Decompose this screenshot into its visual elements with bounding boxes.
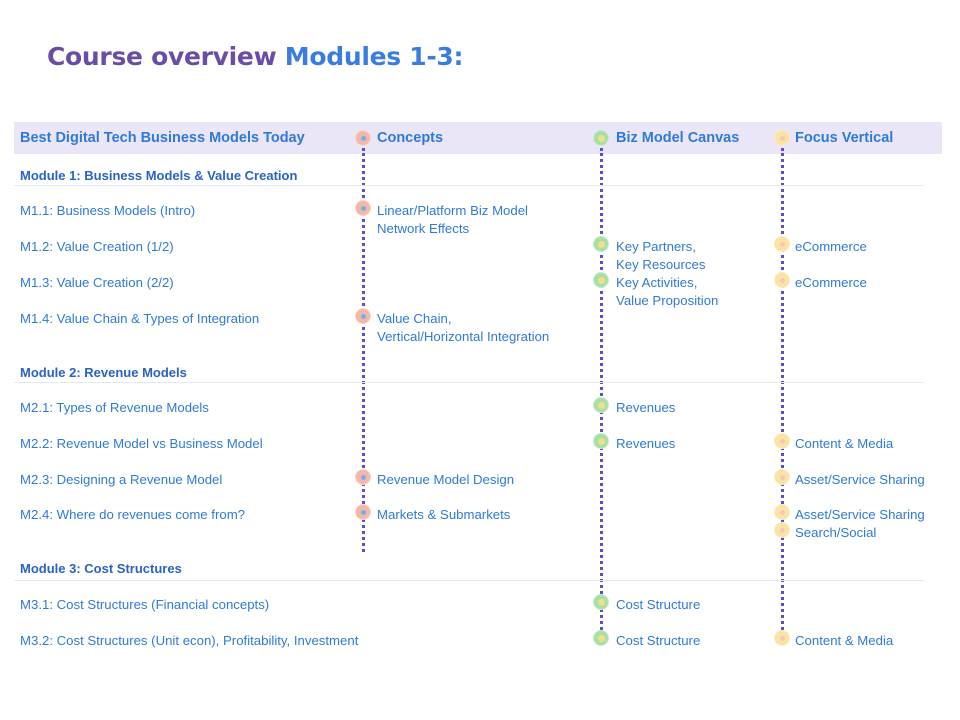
lesson-label: M2.1: Types of Revenue Models [20,400,209,415]
page-title-part1: Course overview [47,42,277,71]
focus-dot-icon [774,504,790,520]
concept-dot-icon [355,469,371,485]
header-lessons: Best Digital Tech Business Models Today [20,130,305,146]
focus-dot-icon [774,236,790,252]
focus-dot-icon [774,630,790,646]
focus-dot-icon [774,433,790,449]
lesson-label: M1.4: Value Chain & Types of Integration [20,311,260,326]
canvas-dot-icon [593,433,609,449]
module-divider [14,580,924,581]
focus-text: Asset/Service Sharing [795,472,925,487]
focus-dot-icon [774,469,790,485]
page-title-part2: Modules 1-3: [284,42,464,71]
canvas-text: Cost Structure [616,597,701,612]
focus-text: Content & Media [795,436,894,451]
canvas-dot-icon [593,630,609,646]
module-divider [14,382,924,383]
canvas-text: Cost Structure [616,633,701,648]
lesson-label: M1.2: Value Creation (1/2) [20,239,174,254]
canvas-text: Revenues [616,400,676,415]
concept-text: Value Chain, [377,311,452,326]
lesson-label: M2.3: Designing a Revenue Model [20,472,223,487]
concept-dot-icon [355,130,371,146]
focus-dot-icon [774,522,790,538]
lesson-label: M2.2: Revenue Model vs Business Model [20,436,263,451]
lesson-label: M3.1: Cost Structures (Financial concept… [20,597,270,612]
focus-text: eCommerce [795,239,867,254]
canvas-dot-icon [593,130,609,146]
concept-text: Network Effects [377,221,470,236]
concept-text: Markets & Submarkets [377,507,511,522]
concept-text: Vertical/Horizontal Integration [377,329,550,344]
lesson-label: M2.4: Where do revenues come from? [20,507,246,522]
canvas-text: Key Partners, [616,239,696,254]
canvas-text: Value Proposition [616,293,719,308]
concept-text: Linear/Platform Biz Model [377,203,528,218]
focus-dot-icon [774,130,790,146]
focus-text: Search/Social [795,525,877,540]
canvas-text: Key Resources [616,257,706,272]
focus-timeline-line [781,148,784,642]
focus-text: eCommerce [795,275,867,290]
module-title: Module 3: Cost Structures [20,561,182,576]
module-divider [14,185,924,186]
canvas-dot-icon [593,397,609,413]
canvas-text: Key Activities, [616,275,698,290]
page-title: Course overview Modules 1-3: [47,42,464,71]
canvas-dot-icon [593,594,609,610]
concept-dot-icon [355,200,371,216]
canvas-timeline-line [600,148,603,642]
header-concepts: Concepts [377,130,444,146]
header-biz-model-canvas: Biz Model Canvas [616,130,740,146]
focus-text: Content & Media [795,633,894,648]
canvas-text: Revenues [616,436,676,451]
focus-dot-icon [774,272,790,288]
concept-dot-icon [355,504,371,520]
concept-text: Revenue Model Design [377,472,515,487]
lesson-label: M1.1: Business Models (Intro) [20,203,196,218]
lesson-label: M3.2: Cost Structures (Unit econ), Profi… [20,633,359,648]
concept-dot-icon [355,308,371,324]
lesson-label: M1.3: Value Creation (2/2) [20,275,174,290]
focus-text: Asset/Service Sharing [795,507,925,522]
canvas-dot-icon [593,236,609,252]
module-title: Module 2: Revenue Models [20,365,187,380]
canvas-dot-icon [593,272,609,288]
module-title: Module 1: Business Models & Value Creati… [20,168,298,183]
header-focus-vertical: Focus Vertical [795,130,894,146]
